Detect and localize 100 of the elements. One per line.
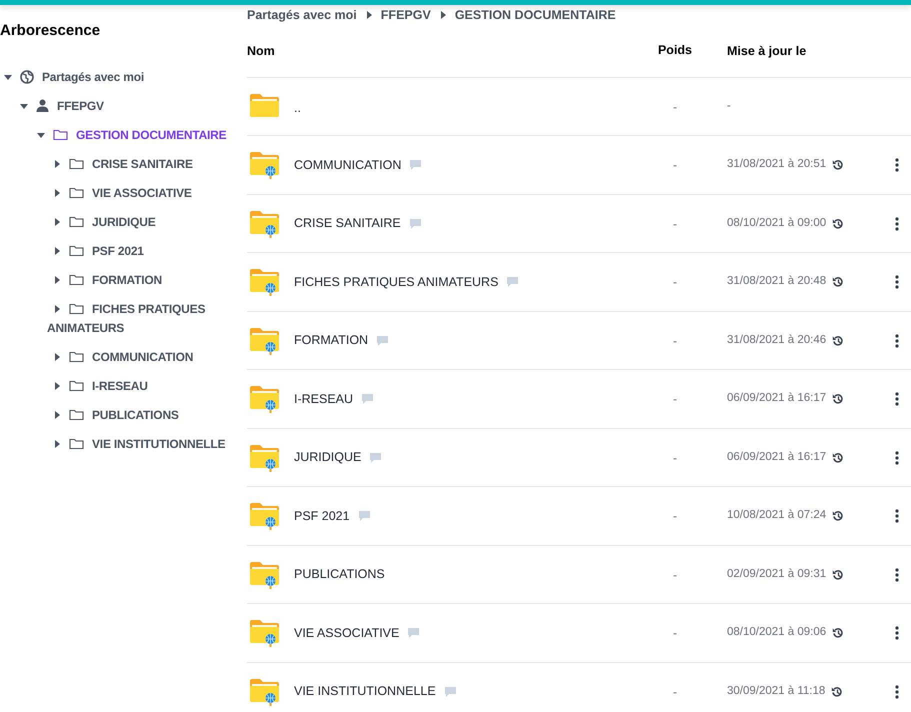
date-cell-text: 02/09/2021 à 09:31 <box>727 566 826 582</box>
breadcrumb-link[interactable]: GESTION DOCUMENTAIRE <box>454 6 616 25</box>
folder-name[interactable]: JURIDIQUE <box>294 448 362 467</box>
caret-icon[interactable] <box>53 160 61 168</box>
shared-folder-icon <box>249 444 280 472</box>
column-header[interactable]: Poids <box>658 41 692 60</box>
caret-icon[interactable] <box>53 352 61 361</box>
folder-name[interactable]: PUBLICATIONS <box>294 565 385 584</box>
folder-name[interactable]: CRISE SANITAIRE <box>294 214 401 233</box>
history-icon[interactable] <box>832 334 844 346</box>
shared-folder-icon <box>249 326 280 354</box>
size-cell-text: - <box>673 216 677 232</box>
history-icon[interactable] <box>832 159 844 171</box>
more-options-icon[interactable] <box>895 334 899 348</box>
more-options-icon[interactable] <box>895 509 899 523</box>
date-cell-text: 08/10/2021 à 09:06 <box>727 625 826 640</box>
user-icon <box>36 99 49 112</box>
breadcrumb-link[interactable]: Partagés avec moi <box>247 6 357 25</box>
more-options-icon[interactable] <box>895 450 899 464</box>
folder-name[interactable]: VIE ASSOCIATIVE <box>294 624 400 642</box>
date-cell-text: 06/09/2021 à 16:17 <box>727 391 826 406</box>
folder-name[interactable]: .. <box>294 99 301 118</box>
tree-item[interactable]: FORMATION <box>47 271 236 290</box>
folder-name[interactable]: VIE INSTITUTIONNELLE <box>294 682 436 701</box>
history-icon[interactable] <box>832 276 844 288</box>
history-icon[interactable] <box>832 393 844 405</box>
breadcrumb-link[interactable]: FFEPGV <box>380 6 431 25</box>
tree-item[interactable]: VIE INSTITUTIONNELLE <box>47 435 236 454</box>
tree-item[interactable]: VIE ASSOCIATIVE <box>47 184 236 203</box>
folder-icon <box>69 274 84 286</box>
date-cell-text: 30/09/2021 à 11:18 <box>727 684 826 699</box>
folder-icon <box>69 408 84 421</box>
folder-name[interactable]: FORMATION <box>294 331 368 350</box>
folder-icon <box>69 350 84 363</box>
date-cell-text: 06/09/2021 à 16:17 <box>727 450 826 465</box>
shared-folder-icon <box>249 151 280 179</box>
shared-folder-icon <box>249 560 280 588</box>
caret-icon[interactable] <box>53 304 61 313</box>
caret-icon[interactable] <box>53 246 61 255</box>
date-cell-text: 31/08/2021 à 20:48 <box>727 274 826 290</box>
caret-icon[interactable] <box>37 130 45 139</box>
shared-folder-icon <box>249 210 280 238</box>
date-cell-text: 31/08/2021 à 20:46 <box>727 332 826 348</box>
column-header[interactable]: Nom <box>247 44 275 58</box>
size-cell-text: - <box>673 684 677 700</box>
size-cell-text: - <box>673 157 677 174</box>
more-options-icon[interactable] <box>895 568 899 582</box>
history-icon[interactable] <box>832 627 844 639</box>
history-icon[interactable] <box>832 510 844 522</box>
folder-name[interactable]: FICHES PRATIQUES ANIMATEURS <box>294 272 498 292</box>
sidebar-title: Arborescence <box>0 22 100 39</box>
folder-icon <box>69 186 84 199</box>
shared-folder-icon <box>249 385 280 413</box>
date-cell-text: 10/08/2021 à 07:24 <box>727 508 826 524</box>
globe-icon <box>20 70 34 84</box>
history-icon[interactable] <box>832 568 844 580</box>
tree-item[interactable]: COMMUNICATION <box>47 348 236 367</box>
shared-folder-icon <box>249 678 280 706</box>
tree-item[interactable]: CRISE SANITAIRE <box>47 155 236 174</box>
tree-item[interactable]: GESTION DOCUMENTAIRE <box>31 126 236 145</box>
column-header[interactable]: Mise à jour le <box>727 44 806 58</box>
shared-folder-icon <box>249 619 280 647</box>
caret-icon[interactable] <box>53 218 61 226</box>
tree-item[interactable]: Partagés avec moi <box>4 68 236 87</box>
tree-item[interactable]: JURIDIQUE <box>47 213 236 232</box>
more-options-icon[interactable] <box>895 392 899 406</box>
caret-icon[interactable] <box>20 102 28 110</box>
caret-icon[interactable] <box>4 72 12 81</box>
chevron-icon <box>440 11 446 20</box>
tree-item[interactable]: FICHES PRATIQUES ANIMATEURS <box>47 300 236 338</box>
caret-icon[interactable] <box>53 410 61 419</box>
folder-icon <box>69 158 84 170</box>
size-cell-text: - <box>673 450 677 466</box>
caret-icon[interactable] <box>53 440 61 448</box>
more-options-icon[interactable] <box>895 158 899 172</box>
folder-name[interactable]: PSF 2021 <box>294 506 350 526</box>
folder-name[interactable]: I-RESEAU <box>294 390 354 408</box>
more-options-icon[interactable] <box>895 626 899 640</box>
tree-item[interactable]: PUBLICATIONS <box>47 406 236 425</box>
caret-icon[interactable] <box>53 188 61 197</box>
more-options-icon[interactable] <box>895 684 899 698</box>
size-cell-text: - <box>673 274 677 291</box>
size-cell-text: - <box>673 391 677 408</box>
size-cell-text: - <box>673 566 677 584</box>
history-icon[interactable] <box>831 686 844 698</box>
size-cell-text: - <box>673 98 677 116</box>
history-icon[interactable] <box>832 452 844 464</box>
folder-icon <box>69 380 84 392</box>
folder-name[interactable]: COMMUNICATION <box>294 156 402 174</box>
tree-item[interactable]: FFEPGV <box>20 97 236 116</box>
caret-icon[interactable] <box>53 276 61 284</box>
chevron-icon <box>366 11 372 20</box>
folder-icon <box>69 216 84 228</box>
more-options-icon[interactable] <box>895 275 899 289</box>
tree-item[interactable]: PSF 2021 <box>47 242 236 261</box>
caret-icon[interactable] <box>53 382 61 390</box>
more-options-icon[interactable] <box>895 216 899 230</box>
date-cell-text: - <box>727 98 731 114</box>
history-icon[interactable] <box>832 218 844 230</box>
tree-item[interactable]: I-RESEAU <box>47 377 236 396</box>
